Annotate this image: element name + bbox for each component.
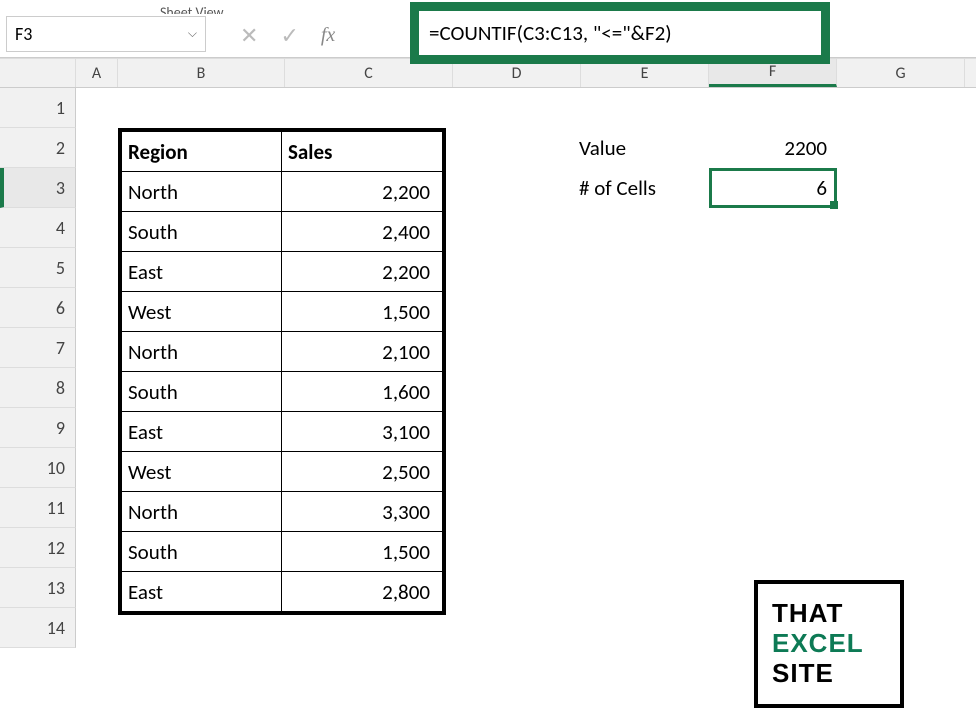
table-row: South2,400 — [122, 212, 443, 252]
col-header-A[interactable]: A — [76, 59, 118, 87]
table-header-sales[interactable]: Sales — [282, 132, 443, 172]
grid-body: 1 2 3 4 5 6 7 8 9 10 11 12 13 14 Region … — [0, 88, 976, 648]
cells-label[interactable]: # of Cells — [579, 175, 709, 201]
row-header-6[interactable]: 6 — [0, 288, 76, 328]
chevron-down-icon[interactable]: ⌵ — [188, 27, 197, 41]
row-headers: 1 2 3 4 5 6 7 8 9 10 11 12 13 14 — [0, 88, 76, 648]
table-row: North2,100 — [122, 332, 443, 372]
select-all-corner[interactable] — [0, 59, 76, 87]
row-header-1[interactable]: 1 — [0, 88, 76, 128]
logo-line2: EXCEL — [772, 629, 900, 659]
table-row: North2,200 — [122, 172, 443, 212]
data-table: Region Sales North2,200 South2,400 East2… — [118, 128, 446, 615]
table-row: East3,100 — [122, 412, 443, 452]
fx-icon[interactable]: fx — [321, 24, 335, 47]
cells-count-cell[interactable]: 6 — [709, 175, 835, 201]
formula-bar-icons: ✕ ✓ fx — [240, 22, 335, 49]
cells-area[interactable]: Region Sales North2,200 South2,400 East2… — [76, 88, 976, 648]
table-row: West1,500 — [122, 292, 443, 332]
table-header-region[interactable]: Region — [122, 132, 282, 172]
cancel-icon[interactable]: ✕ — [240, 22, 258, 49]
name-box[interactable]: F3 ⌵ — [6, 16, 206, 52]
formula-bar-value: =COUNTIF(C3:C13, "<="&F2) — [429, 20, 672, 46]
table-row: West2,500 — [122, 452, 443, 492]
row-header-2[interactable]: 2 — [0, 128, 76, 168]
table-row: East2,200 — [122, 252, 443, 292]
name-box-value: F3 — [15, 23, 32, 45]
logo-line3: SITE — [772, 659, 900, 689]
row-header-8[interactable]: 8 — [0, 368, 76, 408]
row-header-7[interactable]: 7 — [0, 328, 76, 368]
row-header-5[interactable]: 5 — [0, 248, 76, 288]
table-row: East2,800 — [122, 572, 443, 612]
col-header-B[interactable]: B — [118, 59, 285, 87]
value-cell[interactable]: 2200 — [709, 135, 835, 161]
row-header-4[interactable]: 4 — [0, 208, 76, 248]
table-row: South1,600 — [122, 372, 443, 412]
row-header-3[interactable]: 3 — [0, 168, 76, 208]
col-header-G[interactable]: G — [837, 59, 965, 87]
row-header-10[interactable]: 10 — [0, 448, 76, 488]
row-header-13[interactable]: 13 — [0, 568, 76, 608]
accept-icon[interactable]: ✓ — [280, 22, 298, 49]
formula-bar-highlight[interactable]: =COUNTIF(C3:C13, "<="&F2) — [410, 2, 830, 64]
row-header-14[interactable]: 14 — [0, 608, 76, 648]
row-header-12[interactable]: 12 — [0, 528, 76, 568]
logo-line1: THAT — [772, 599, 900, 629]
row-header-11[interactable]: 11 — [0, 488, 76, 528]
table-row: South1,500 — [122, 532, 443, 572]
formula-bar-row: F3 ⌵ ✕ ✓ fx =COUNTIF(C3:C13, "<="&F2) — [0, 14, 976, 58]
value-label[interactable]: Value — [579, 135, 709, 161]
table-row: North3,300 — [122, 492, 443, 532]
logo-that-excel-site: THAT EXCEL SITE — [754, 580, 904, 708]
row-header-9[interactable]: 9 — [0, 408, 76, 448]
side-values: Value 2200 # of Cells 6 — [579, 128, 835, 208]
